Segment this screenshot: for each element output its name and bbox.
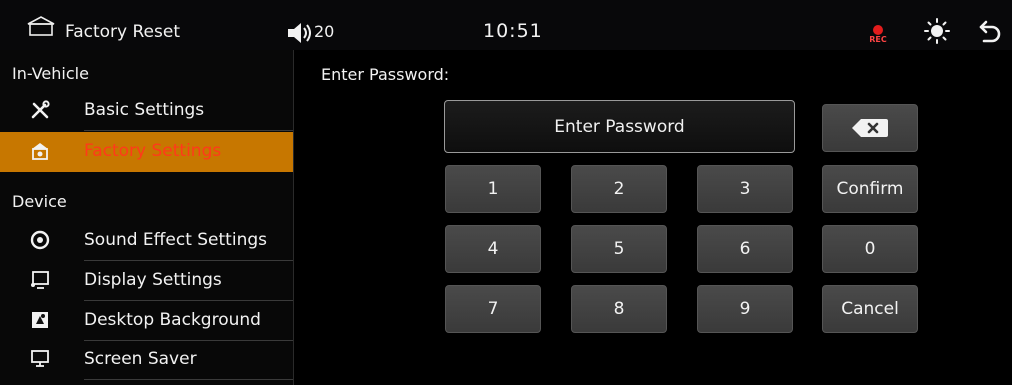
tools-icon — [31, 100, 50, 119]
sidebar: In-Vehicle Basic Settings Factory Settin… — [0, 50, 294, 385]
section-device: Device — [12, 192, 67, 211]
page-title: Factory Reset — [65, 22, 180, 42]
back-icon[interactable] — [977, 18, 1003, 44]
key-8[interactable]: 8 — [571, 285, 667, 333]
cancel-button[interactable]: Cancel — [822, 285, 918, 333]
rec-label: REC — [869, 35, 887, 44]
key-1[interactable]: 1 — [445, 165, 541, 213]
monitor-icon — [31, 350, 49, 367]
clock: 10:51 — [483, 20, 543, 42]
status-bar: Factory Reset 20 10:51 REC — [0, 0, 1012, 50]
speaker-icon — [30, 230, 50, 250]
display-icon — [31, 271, 49, 289]
key-5[interactable]: 5 — [571, 225, 667, 273]
key-0[interactable]: 0 — [822, 225, 918, 273]
wallpaper-icon — [32, 312, 48, 328]
key-6[interactable]: 6 — [697, 225, 793, 273]
key-9[interactable]: 9 — [697, 285, 793, 333]
key-7[interactable]: 7 — [445, 285, 541, 333]
brightness-icon[interactable] — [924, 18, 950, 44]
confirm-button[interactable]: Confirm — [822, 165, 918, 213]
sidebar-item-label: Desktop Background — [84, 310, 261, 330]
sidebar-item-sound-effect-settings[interactable]: Sound Effect Settings — [0, 221, 293, 261]
sidebar-item-label: Screen Saver — [84, 349, 197, 369]
sidebar-item-label: Sound Effect Settings — [84, 230, 267, 250]
sidebar-item-display-settings[interactable]: Display Settings — [0, 261, 293, 301]
volume-level: 20 — [314, 22, 335, 41]
backspace-button[interactable] — [822, 104, 918, 152]
home-outline-icon[interactable] — [26, 15, 56, 37]
sidebar-item-desktop-background[interactable]: Desktop Background — [0, 301, 293, 341]
key-2[interactable]: 2 — [571, 165, 667, 213]
password-input[interactable] — [444, 100, 795, 153]
sidebar-item-basic-settings[interactable]: Basic Settings — [0, 91, 293, 131]
sidebar-item-label: Display Settings — [84, 270, 222, 290]
volume-icon[interactable] — [287, 22, 313, 44]
sidebar-item-label: Basic Settings — [84, 100, 205, 120]
backspace-icon — [852, 119, 888, 137]
key-4[interactable]: 4 — [445, 225, 541, 273]
section-in-vehicle: In-Vehicle — [12, 64, 89, 83]
password-prompt: Enter Password: — [321, 65, 450, 84]
factory-icon — [32, 143, 48, 160]
key-3[interactable]: 3 — [697, 165, 793, 213]
rec-icon[interactable]: REC — [866, 24, 890, 46]
sidebar-item-factory-settings[interactable]: Factory Settings — [0, 132, 293, 172]
sidebar-item-screen-saver[interactable]: Screen Saver — [0, 340, 293, 380]
sidebar-item-label: Factory Settings — [84, 141, 222, 161]
